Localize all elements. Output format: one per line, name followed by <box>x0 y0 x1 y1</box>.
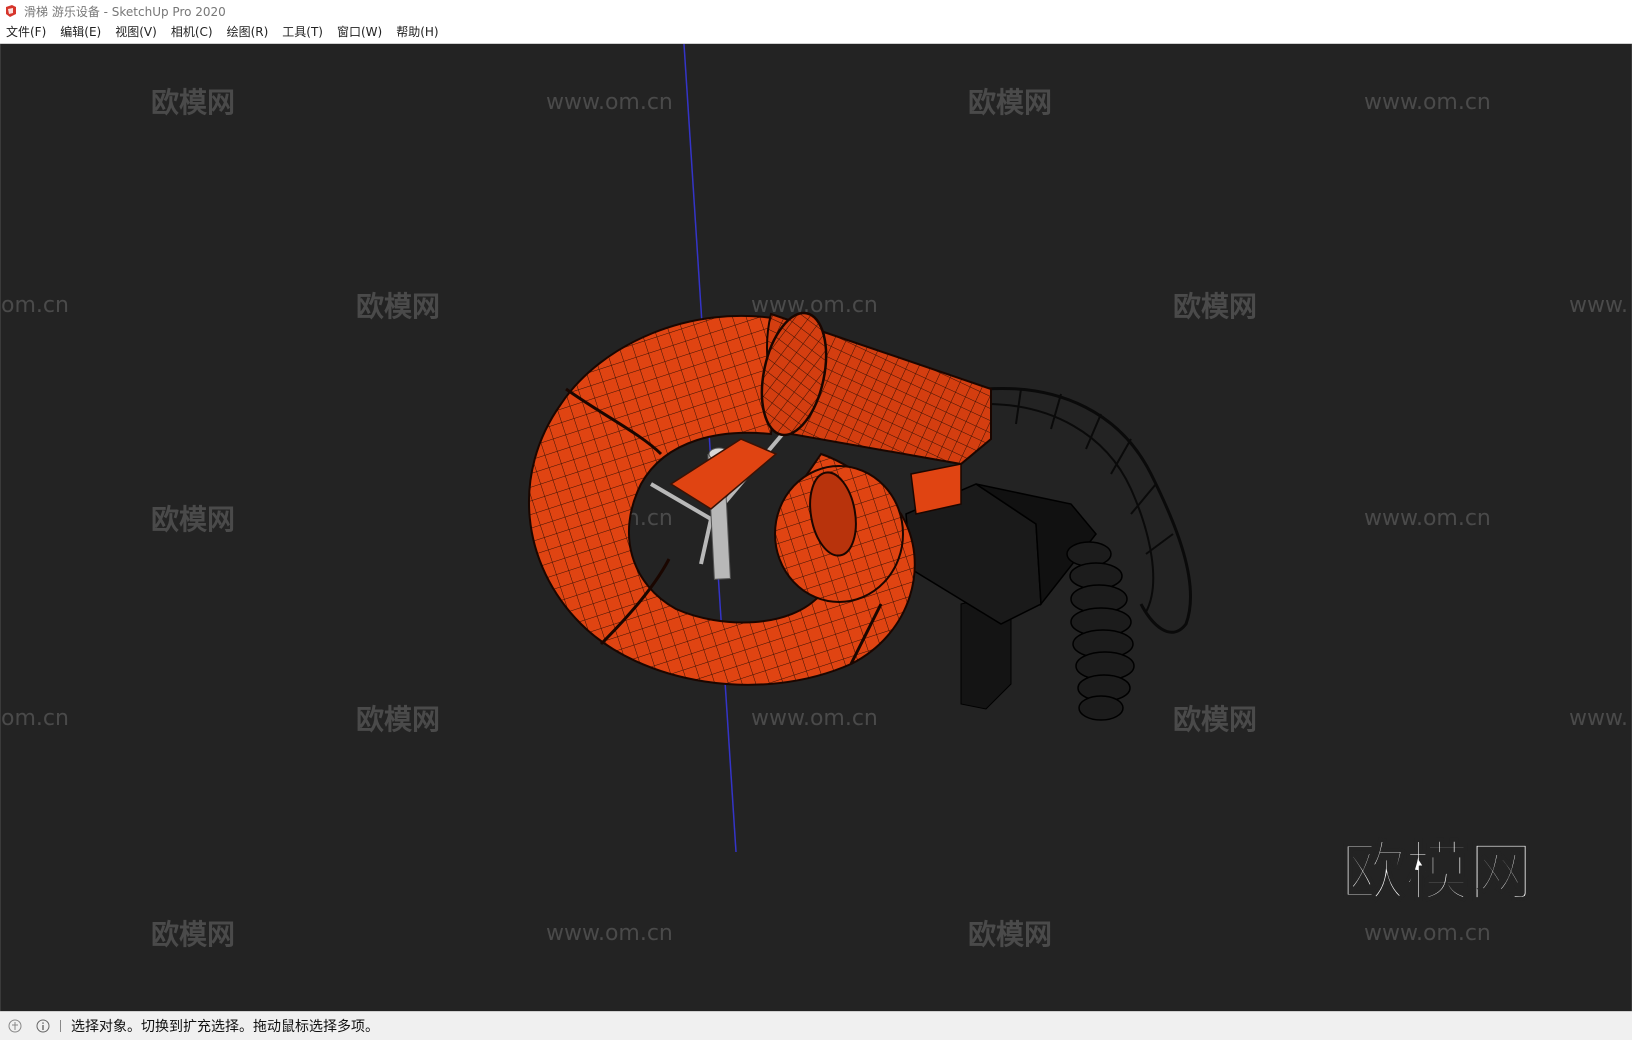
menu-file[interactable]: 文件(F) <box>0 22 53 43</box>
watermark-url: www.om.cn <box>1364 506 1491 531</box>
menu-view[interactable]: 视图(V) <box>108 22 164 43</box>
watermark-brand: 欧模网 <box>356 703 440 736</box>
watermark-url: www.om.cn <box>1364 921 1491 946</box>
info-icon[interactable] <box>36 1019 50 1033</box>
status-message: 选择对象。切换到扩充选择。拖动鼠标选择多项。 <box>71 1019 379 1035</box>
watermark-brand: 欧模网 <box>356 290 440 323</box>
geo-location-icon[interactable] <box>8 1019 22 1033</box>
watermark-brand: 欧模网 <box>968 918 1052 951</box>
menu-draw[interactable]: 绘图(R) <box>220 22 276 43</box>
title-bar: 滑梯 游乐设备 - SketchUp Pro 2020 <box>0 0 1632 22</box>
watermark-brand: 欧模网 <box>1173 703 1257 736</box>
slide-inner-platform <box>669 438 778 510</box>
menu-tools[interactable]: 工具(T) <box>275 22 330 43</box>
menu-edit[interactable]: 编辑(E) <box>53 22 108 43</box>
menu-help[interactable]: 帮助(H) <box>389 22 445 43</box>
watermark-brand: 欧模网 <box>151 918 235 951</box>
status-divider <box>60 1020 61 1032</box>
watermark-url-partial: www. <box>1569 706 1628 731</box>
model-viewport[interactable]: 欧模网 www.om.cn 欧模网 www.om.cn om.cn 欧模网 ww… <box>0 44 1632 1011</box>
brand-logo-watermark: 欧模网 <box>1341 836 1533 910</box>
watermark-brand: 欧模网 <box>151 503 235 536</box>
menu-bar: 文件(F) 编辑(E) 视图(V) 相机(C) 绘图(R) 工具(T) 窗口(W… <box>0 22 1632 44</box>
watermark-url: www.om.cn <box>751 706 878 731</box>
watermark-url: www.om.cn <box>546 921 673 946</box>
sketchup-window: 滑梯 游乐设备 - SketchUp Pro 2020 文件(F) 编辑(E) … <box>0 0 1632 1040</box>
status-bar: 选择对象。切换到扩充选择。拖动鼠标选择多项。 <box>0 1011 1632 1040</box>
menu-window[interactable]: 窗口(W) <box>330 22 389 43</box>
watermark-url: www.om.cn <box>1364 90 1491 115</box>
menu-camera[interactable]: 相机(C) <box>164 22 220 43</box>
watermark-brand: 欧模网 <box>968 86 1052 119</box>
watermark-url: www.om.cn <box>546 90 673 115</box>
watermark-brand: 欧模网 <box>1173 290 1257 323</box>
sketchup-logo-icon <box>4 4 18 18</box>
watermark-brand: 欧模网 <box>151 86 235 119</box>
slide-tube <box>528 311 992 686</box>
watermark-url-partial: om.cn <box>1 706 69 731</box>
window-title: 滑梯 游乐设备 - SketchUp Pro 2020 <box>24 4 226 19</box>
watermark-url-partial: www. <box>1569 293 1628 318</box>
watermark-url-partial: om.cn <box>1 293 69 318</box>
